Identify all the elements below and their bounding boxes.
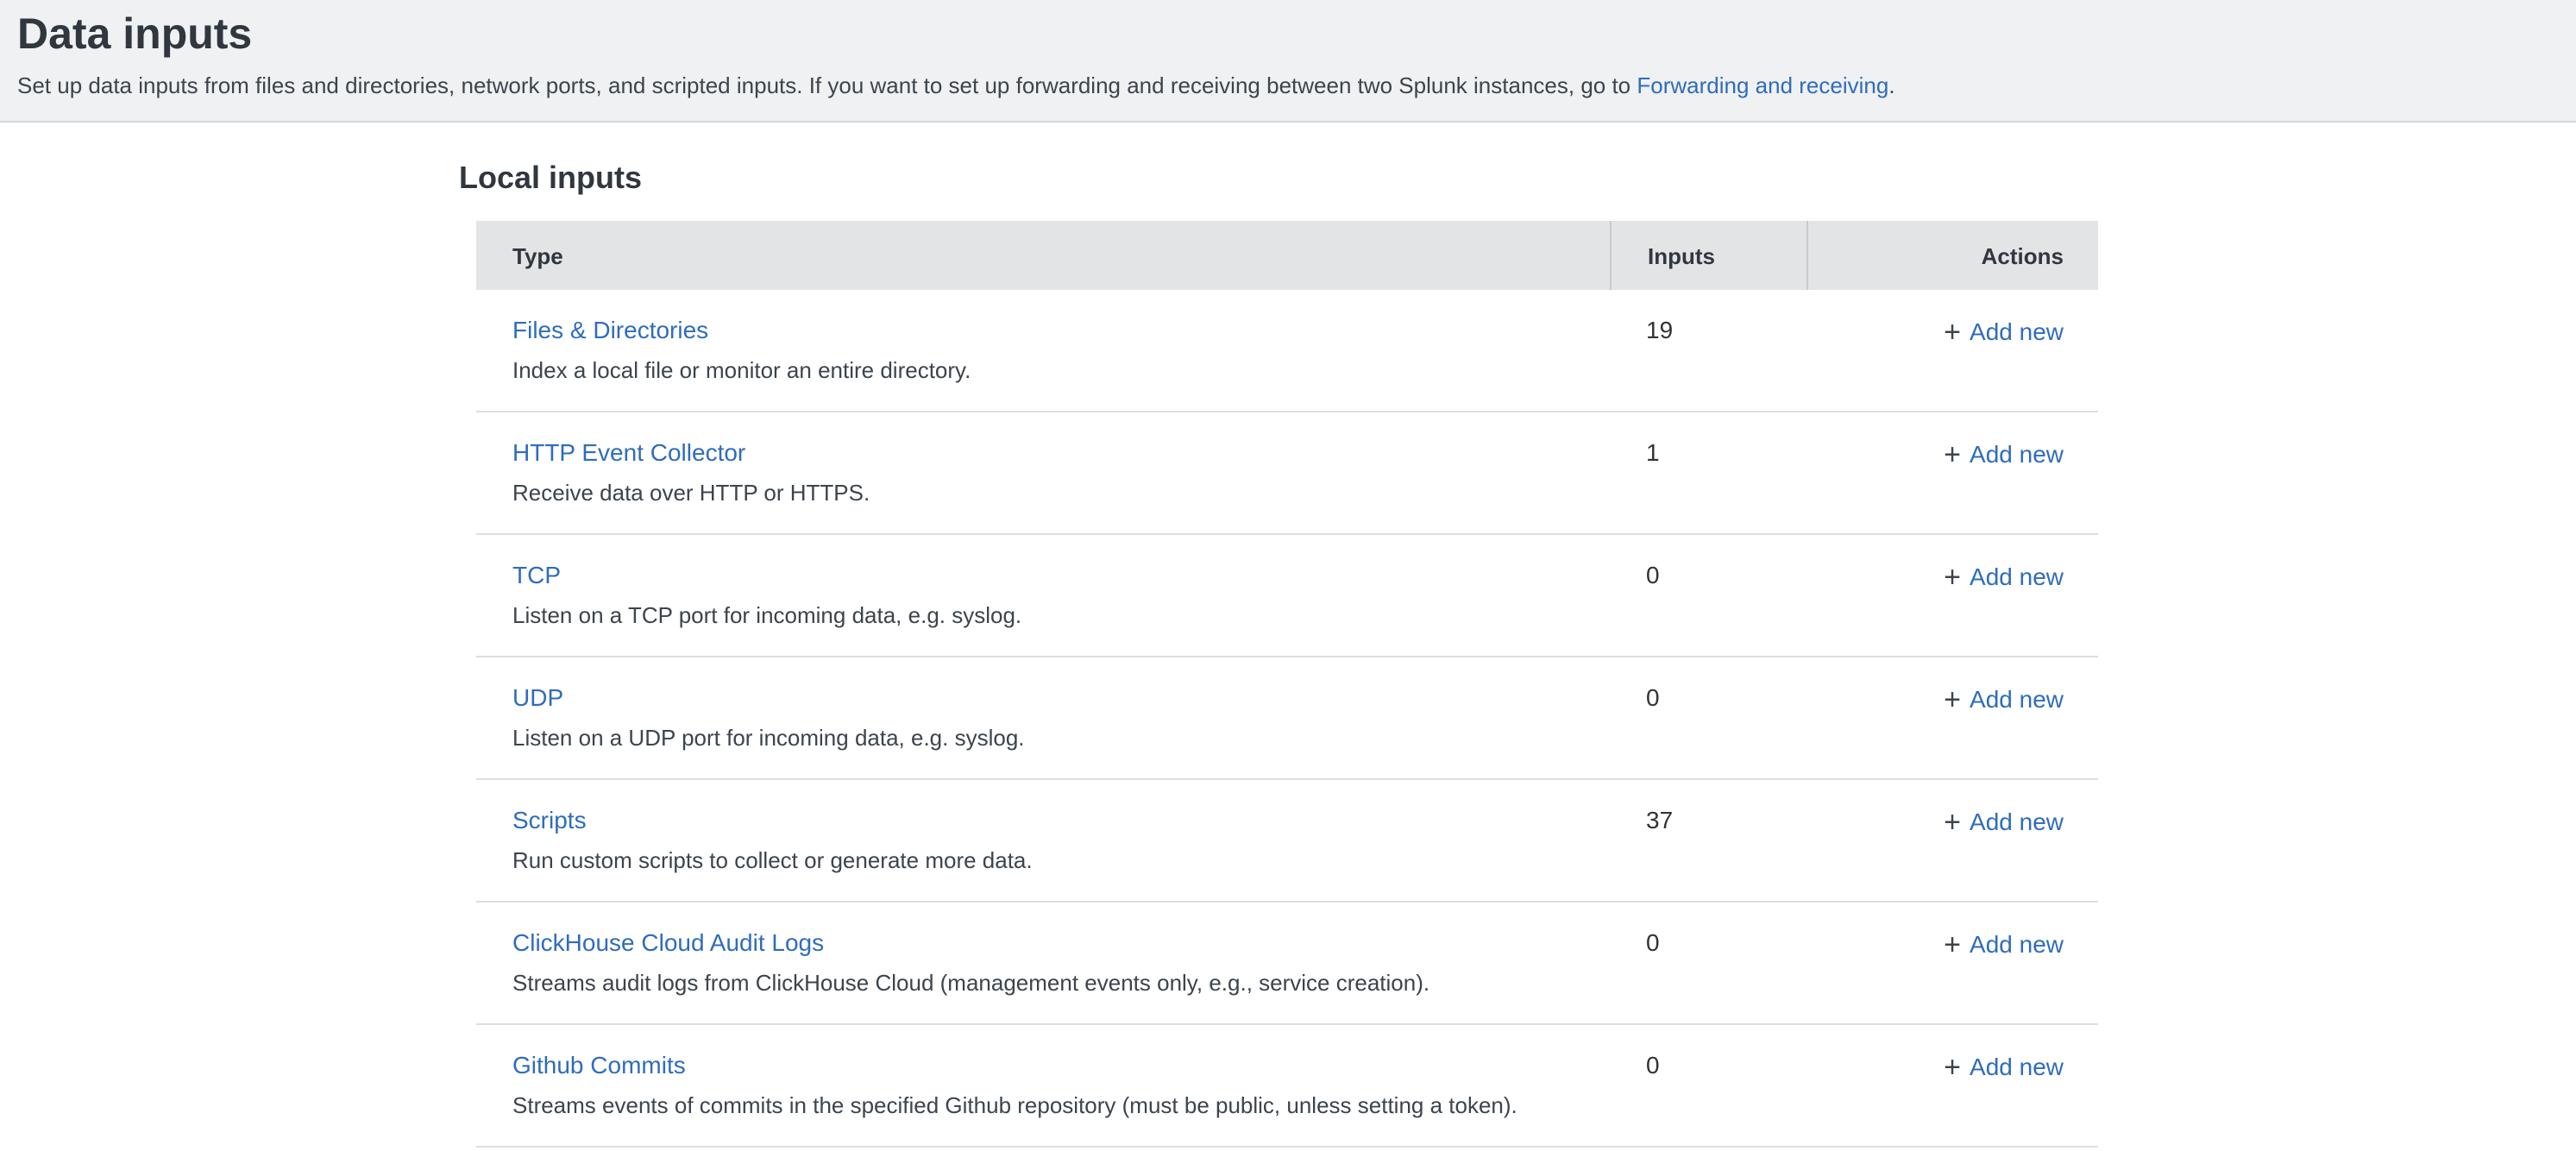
type-cell: Files & Directories Index a local file o… <box>476 316 1610 411</box>
input-type-description: Streams audit logs from ClickHouse Cloud… <box>512 970 1610 999</box>
table-row: Github Commits Streams events of commits… <box>476 1025 2098 1148</box>
page-header: Data inputs Set up data inputs from file… <box>0 0 2576 123</box>
add-new-link[interactable]: +Add new <box>1944 440 2064 468</box>
column-header-type: Type <box>476 221 1610 290</box>
main-content: Local inputs Type Inputs Actions Files &… <box>0 123 2576 1148</box>
subtitle-text: Set up data inputs from files and direct… <box>17 72 1637 98</box>
add-new-label: Add new <box>1970 930 2064 958</box>
table-row: HTTP Event Collector Receive data over H… <box>476 412 2098 535</box>
input-type-link[interactable]: TCP <box>512 561 561 588</box>
type-cell: Github Commits Streams events of commits… <box>476 1051 1610 1146</box>
add-new-link[interactable]: +Add new <box>1944 685 2064 713</box>
actions-cell: + Add new <box>1806 561 2098 656</box>
input-type-link[interactable]: Scripts <box>512 806 587 833</box>
table-row: ClickHouse Cloud Audit Logs Streams audi… <box>476 903 2098 1025</box>
input-type-link[interactable]: ClickHouse Cloud Audit Logs <box>512 928 824 956</box>
input-count: 1 <box>1610 438 1806 533</box>
table-row: Scripts Run custom scripts to collect or… <box>476 780 2098 903</box>
input-count: 19 <box>1610 316 1806 411</box>
input-type-link[interactable]: Github Commits <box>512 1051 686 1079</box>
input-type-link[interactable]: UDP <box>512 683 563 711</box>
plus-icon: + <box>1944 316 1961 351</box>
forwarding-and-receiving-link[interactable]: Forwarding and receiving <box>1637 72 1888 98</box>
type-cell: UDP Listen on a UDP port for incoming da… <box>476 683 1610 778</box>
input-count: 0 <box>1610 928 1806 1023</box>
input-type-description: Receive data over HTTP or HTTPS. <box>512 480 1610 509</box>
input-count: 37 <box>1610 806 1806 901</box>
add-new-label: Add new <box>1970 685 2064 713</box>
plus-icon: + <box>1944 683 1961 719</box>
table-row: UDP Listen on a UDP port for incoming da… <box>476 657 2098 780</box>
table-body: Files & Directories Index a local file o… <box>476 290 2098 1148</box>
plus-icon: + <box>1944 928 1961 964</box>
input-type-description: Listen on a TCP port for incoming data, … <box>512 602 1610 632</box>
input-type-link[interactable]: Files & Directories <box>512 316 708 343</box>
add-new-link[interactable]: +Add new <box>1944 1053 2064 1080</box>
add-new-link[interactable]: +Add new <box>1944 563 2064 590</box>
type-cell: Scripts Run custom scripts to collect or… <box>476 806 1610 901</box>
subtitle-suffix: . <box>1888 72 1894 98</box>
add-new-label: Add new <box>1970 1053 2064 1080</box>
local-inputs-table: Type Inputs Actions Files & Directories … <box>476 221 2098 1148</box>
column-header-actions: Actions <box>1806 221 2098 290</box>
type-cell: HTTP Event Collector Receive data over H… <box>476 438 1610 533</box>
add-new-label: Add new <box>1970 318 2064 345</box>
table-row: TCP Listen on a TCP port for incoming da… <box>476 535 2098 657</box>
table-header-row: Type Inputs Actions <box>476 221 2098 290</box>
table-row: Files & Directories Index a local file o… <box>476 290 2098 412</box>
add-new-label: Add new <box>1970 440 2064 468</box>
plus-icon: + <box>1944 1051 1961 1086</box>
input-type-description: Streams events of commits in the specifi… <box>512 1092 1610 1122</box>
input-count: 0 <box>1610 1051 1806 1146</box>
actions-cell: + Add new <box>1806 928 2098 1023</box>
input-type-description: Index a local file or monitor an entire … <box>512 357 1610 387</box>
plus-icon: + <box>1944 561 1961 596</box>
input-type-link[interactable]: HTTP Event Collector <box>512 438 745 466</box>
input-count: 0 <box>1610 683 1806 778</box>
actions-cell: + Add new <box>1806 316 2098 411</box>
add-new-label: Add new <box>1970 808 2064 835</box>
add-new-link[interactable]: +Add new <box>1944 318 2064 345</box>
page-subtitle: Set up data inputs from files and direct… <box>17 71 2541 101</box>
input-type-description: Listen on a UDP port for incoming data, … <box>512 725 1610 754</box>
local-inputs-heading: Local inputs <box>459 160 2576 197</box>
plus-icon: + <box>1944 438 1961 474</box>
add-new-label: Add new <box>1970 563 2064 590</box>
type-cell: TCP Listen on a TCP port for incoming da… <box>476 561 1610 656</box>
actions-cell: + Add new <box>1806 1051 2098 1146</box>
input-count: 0 <box>1610 561 1806 656</box>
actions-cell: + Add new <box>1806 683 2098 778</box>
actions-cell: + Add new <box>1806 806 2098 901</box>
add-new-link[interactable]: +Add new <box>1944 930 2064 958</box>
page-title: Data inputs <box>17 10 2541 60</box>
actions-cell: + Add new <box>1806 438 2098 533</box>
type-cell: ClickHouse Cloud Audit Logs Streams audi… <box>476 928 1610 1023</box>
data-inputs-page: Data inputs Set up data inputs from file… <box>0 0 2576 1151</box>
input-type-description: Run custom scripts to collect or generat… <box>512 847 1610 877</box>
plus-icon: + <box>1944 806 1961 841</box>
column-header-inputs: Inputs <box>1610 221 1806 290</box>
add-new-link[interactable]: +Add new <box>1944 808 2064 835</box>
